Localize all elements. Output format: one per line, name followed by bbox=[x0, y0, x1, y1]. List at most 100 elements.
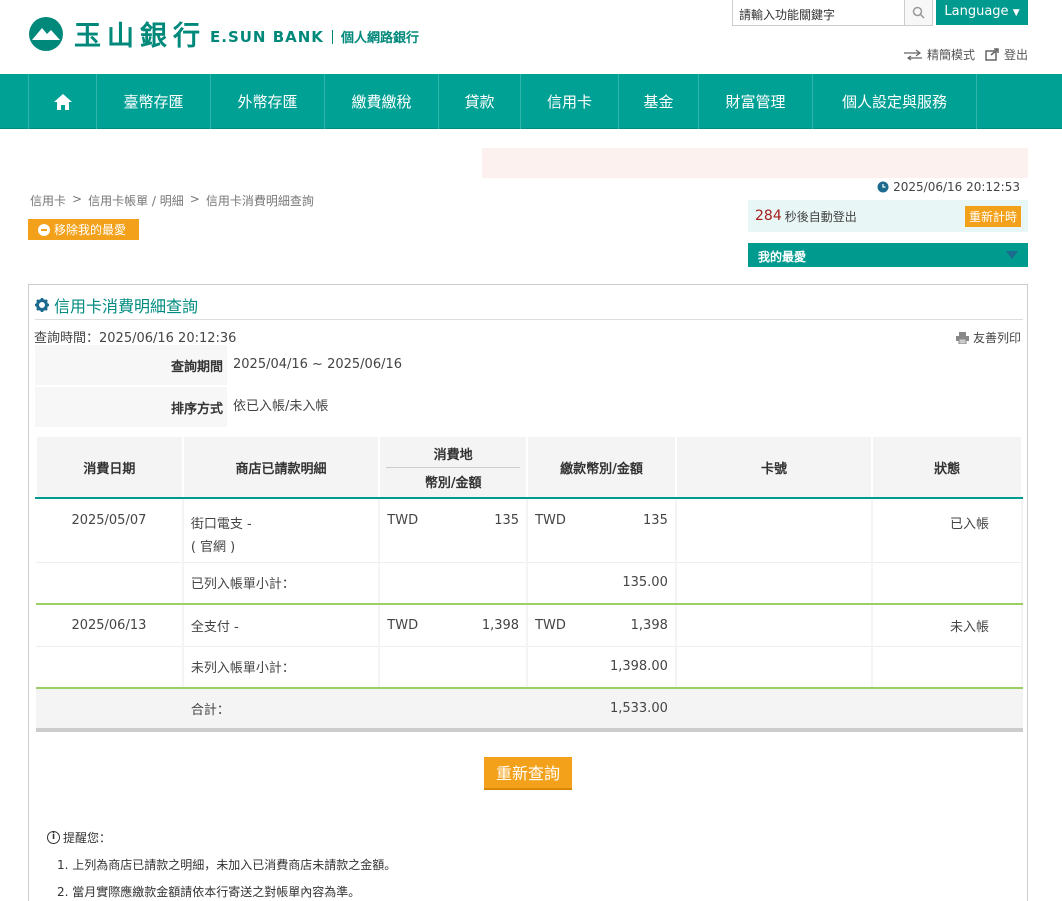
subtotal-posted-value: 135.00 bbox=[527, 562, 677, 605]
note-item: 2. 當月實際應繳款金額請依本行寄送之對帳單內容為準。 bbox=[57, 885, 361, 899]
currency: TWD bbox=[535, 617, 566, 633]
breadcrumb-current: 信用卡消費明細查詢 bbox=[205, 194, 314, 208]
transactions-table: 消費日期 商店已請款明細 消費地 幣別/金額 繳款幣別/金額 卡號 狀態 202… bbox=[35, 435, 1023, 732]
nav-credit-card[interactable]: 信用卡 bbox=[521, 74, 619, 129]
merchant-note: ( 官網 ) bbox=[190, 540, 236, 555]
nav-funds[interactable]: 基金 bbox=[619, 74, 699, 129]
col-date-header: 消費日期 bbox=[35, 435, 184, 499]
breadcrumb-item[interactable]: 信用卡帳單 / 明細 bbox=[88, 192, 184, 209]
esun-logo-icon bbox=[29, 16, 63, 51]
swap-arrows-icon bbox=[903, 49, 922, 60]
sort-row: 排序方式 依已入帳/未入帳 bbox=[35, 387, 1023, 427]
language-label: Language bbox=[944, 4, 1009, 19]
remove-favorite-button[interactable]: 移除我的最愛 bbox=[28, 219, 139, 240]
nav-loans[interactable]: 貸款 bbox=[439, 74, 521, 129]
table-row: 2025/05/07 街口電支 - ( 官網 ) TWD 135 TWD 135 已… bbox=[36, 498, 1023, 563]
gear-icon bbox=[35, 298, 49, 312]
dropdown-arrow-icon bbox=[1006, 251, 1018, 259]
period-label: 查詢期間 bbox=[170, 359, 223, 375]
col-detail-header: 商店已請款明細 bbox=[181, 435, 381, 499]
period-row: 查詢期間 2025/04/16 ~ 2025/06/16 bbox=[35, 345, 1023, 385]
logout-label: 登出 bbox=[1003, 48, 1028, 62]
notes-section: i 提醒您： 1. 上列為商店已請款之明細，未加入已消費商店未請款之金額。 2.… bbox=[47, 829, 396, 901]
logo-subtitle: 個人網路銀行 bbox=[340, 31, 419, 46]
currency: TWD bbox=[535, 513, 566, 528]
caret-down-icon: ▼ bbox=[1012, 8, 1020, 18]
page-title-text: 信用卡消費明細查詢 bbox=[54, 297, 199, 316]
currency: TWD bbox=[387, 513, 419, 528]
search-input[interactable]: 請輸入功能關鍵字 bbox=[732, 0, 905, 26]
simple-mode-link[interactable]: 精簡模式 bbox=[903, 46, 975, 63]
cell-place-amount: TWD 135 bbox=[379, 498, 529, 563]
reset-timer-button[interactable]: 重新計時 bbox=[964, 205, 1021, 227]
bank-logo[interactable]: 玉山銀行 E.SUN BANK 個人網路銀行 bbox=[28, 14, 419, 53]
nav-settings[interactable]: 個人設定與服務 bbox=[813, 74, 977, 129]
home-icon bbox=[53, 93, 72, 110]
total-label: 合計： bbox=[182, 688, 381, 732]
nav-wealth[interactable]: 財富管理 bbox=[699, 74, 813, 129]
merchant-name: 全支付 - bbox=[182, 604, 381, 647]
subtotal-unposted-value: 1,398.00 bbox=[527, 646, 677, 689]
search-icon bbox=[912, 6, 925, 19]
col-card-header: 卡號 bbox=[674, 435, 874, 499]
minus-circle-icon bbox=[38, 223, 50, 236]
sort-label: 排序方式 bbox=[170, 401, 223, 417]
print-label: 友善列印 bbox=[972, 331, 1021, 345]
cell-status: 已入帳 bbox=[872, 498, 1023, 563]
notes-title-text: 提醒您： bbox=[63, 831, 112, 845]
table-header-row: 消費日期 商店已請款明細 消費地 幣別/金額 繳款幣別/金額 卡號 狀態 bbox=[35, 435, 1023, 499]
amount: 1,398 bbox=[481, 617, 520, 633]
search-button[interactable] bbox=[905, 0, 933, 26]
logo-text-cn: 玉山銀行 bbox=[74, 21, 206, 52]
cell-pay-amount: TWD 135 bbox=[527, 498, 677, 563]
favorites-label: 我的最愛 bbox=[758, 250, 807, 264]
print-link[interactable]: 友善列印 bbox=[955, 329, 1021, 346]
nav-foreign-deposit[interactable]: 外幣存匯 bbox=[211, 74, 325, 129]
timer-text: 秒後自動登出 bbox=[784, 209, 857, 224]
col-status-header: 狀態 bbox=[871, 435, 1023, 499]
title-divider bbox=[35, 319, 1023, 320]
cell-status: 未入帳 bbox=[872, 604, 1023, 647]
nav-home[interactable] bbox=[29, 74, 97, 129]
clock-icon bbox=[877, 181, 889, 193]
period-value: 2025/04/16 ~ 2025/06/16 bbox=[227, 345, 1023, 385]
logo-divider bbox=[331, 29, 333, 44]
nav-payments[interactable]: 繳費繳稅 bbox=[325, 74, 439, 129]
cell-card bbox=[675, 604, 874, 647]
logo-text-en: E.SUN BANK bbox=[210, 27, 324, 46]
table-row: 2025/06/13 全支付 - TWD 1,398 TWD 1,398 未入帳 bbox=[36, 604, 1023, 647]
subtotal-posted-row: 已列入帳單小計： 135.00 bbox=[36, 562, 1023, 605]
total-row: 合計： 1,533.00 bbox=[36, 688, 1023, 732]
col-place-header: 消費地 幣別/金額 bbox=[378, 435, 529, 499]
logout-icon bbox=[985, 48, 999, 61]
col-place-header-top: 消費地 bbox=[386, 444, 521, 468]
cell-detail: 街口電支 - ( 官網 ) bbox=[182, 498, 381, 563]
cell-card bbox=[675, 498, 874, 563]
nav-twd-deposit[interactable]: 臺幣存匯 bbox=[97, 74, 211, 129]
subtotal-posted-label: 已列入帳單小計： bbox=[182, 562, 381, 605]
breadcrumb-item[interactable]: 信用卡 bbox=[30, 192, 66, 209]
note-item: 1. 上列為商店已請款之明細，未加入已消費商店未請款之金額。 bbox=[57, 858, 397, 872]
cell-place-amount: TWD 1,398 bbox=[379, 604, 529, 647]
cell-date: 2025/06/13 bbox=[36, 604, 184, 647]
info-icon: i bbox=[47, 831, 60, 844]
notes-title: i 提醒您： bbox=[47, 829, 396, 846]
cell-pay-amount: TWD 1,398 bbox=[527, 604, 677, 647]
breadcrumb-separator: > bbox=[189, 192, 200, 206]
amount: 1,398 bbox=[630, 617, 668, 633]
printer-icon bbox=[955, 331, 969, 344]
remove-favorite-label: 移除我的最愛 bbox=[54, 223, 127, 237]
breadcrumb: 信用卡 > 信用卡帳單 / 明細 > 信用卡消費明細查詢 bbox=[30, 192, 314, 209]
merchant-name: 街口電支 - bbox=[190, 517, 252, 532]
amount: 135 bbox=[643, 513, 668, 528]
currency: TWD bbox=[387, 617, 419, 633]
favorites-dropdown[interactable]: 我的最愛 bbox=[748, 243, 1028, 267]
page-title: 信用卡消費明細查詢 bbox=[35, 293, 198, 317]
logout-link[interactable]: 登出 bbox=[985, 46, 1028, 63]
session-timestamp: 2025/06/16 20:12:53 bbox=[893, 180, 1020, 194]
language-button[interactable]: Language ▼ bbox=[936, 0, 1028, 25]
top-links: 精簡模式 登出 bbox=[903, 46, 1028, 63]
timer-count: 284 bbox=[755, 208, 782, 224]
requery-button[interactable]: 重新查詢 bbox=[484, 757, 572, 790]
subtotal-unposted-label: 未列入帳單小計： bbox=[182, 646, 381, 689]
